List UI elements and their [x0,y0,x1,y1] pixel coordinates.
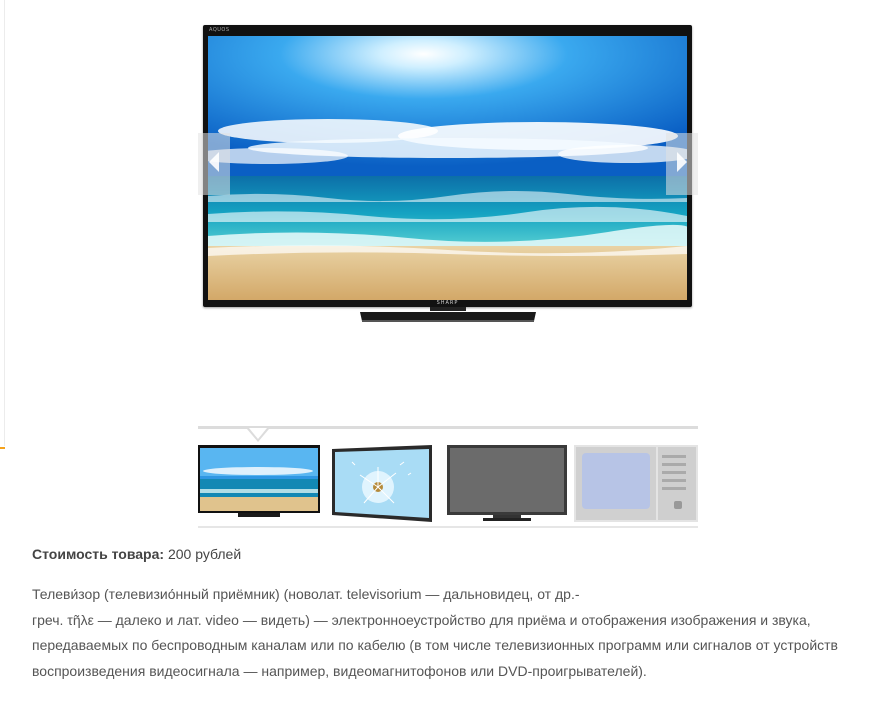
thumbnail-1[interactable] [198,445,320,522]
arrow-left-icon [207,151,221,178]
thumbnail-4[interactable] [574,445,698,522]
tv-brand-label: SHARP [436,300,459,306]
product-image-slider: AQUOS SHARP [198,18,698,330]
thumbnail-strip-bottom-rule [198,526,698,528]
product-price: Стоимость товара: 200 рублей [32,546,241,562]
slider-prev-button[interactable] [198,133,230,195]
tv-dandelion-thumbnail [330,445,434,522]
tv-bezel: AQUOS SHARP [203,25,692,307]
tv-beach-thumbnail [198,445,320,522]
description-line: воспроизведения видеосигнала — например,… [32,662,647,679]
left-divider [4,0,5,446]
left-accent-mark [0,447,5,449]
description-line: Телеви́зор (телевизио́нный приёмник) (но… [32,586,580,602]
tv-gray-screen-thumbnail [445,445,569,522]
crt-tv-thumbnail [574,445,698,522]
price-label: Стоимость товара: [32,546,165,562]
main-product-image: AQUOS SHARP [203,25,692,325]
arrow-right-icon [675,151,689,178]
active-thumbnail-pointer-inner [249,428,267,439]
tv-beach-image [208,36,687,300]
thumbnail-3[interactable] [445,445,569,522]
tv-logo-small: AQUOS [209,27,230,33]
description-line: греч. τῆλε — далеко и лат. video — видет… [32,611,811,628]
description-line: передаваемых по беспроводным каналам или… [32,637,838,653]
thumbnail-2[interactable] [330,445,434,522]
price-value: 200 рублей [167,546,242,562]
slider-next-button[interactable] [666,133,698,195]
product-description: Телеви́зор (телевизио́нный приёмник) (но… [32,582,872,684]
tv-stand [358,307,538,323]
thumbnail-strip [198,426,698,530]
thumbnail-strip-rule [198,426,698,429]
